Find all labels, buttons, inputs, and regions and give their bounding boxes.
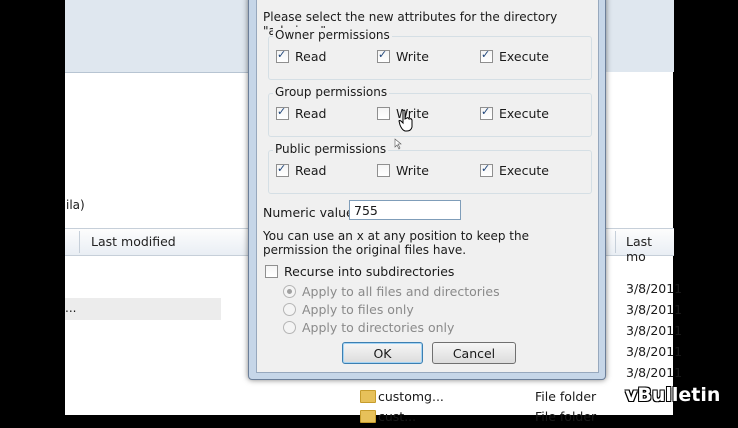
checkbox-box[interactable] xyxy=(377,164,390,177)
column-header-last-modified-remote[interactable]: Last mo xyxy=(626,234,674,264)
checkbox-label: Recurse into subdirectories xyxy=(284,264,455,279)
letterbox-left xyxy=(0,0,65,415)
group-title: Public permissions xyxy=(273,142,389,156)
checkbox-box[interactable] xyxy=(377,107,390,120)
date-cell: 3/8/2011 xyxy=(626,323,683,338)
checkbox-box[interactable] xyxy=(377,48,390,63)
folder-icon xyxy=(360,390,376,403)
file-type: File folder xyxy=(535,389,597,404)
checkbox-label: Read xyxy=(295,49,327,64)
public-execute-checkbox[interactable]: Execute xyxy=(480,162,549,178)
checkbox-box[interactable] xyxy=(276,48,289,63)
file-type: File folder xyxy=(535,409,597,424)
public-write-checkbox[interactable]: Write xyxy=(377,163,429,178)
group-read-checkbox[interactable]: Read xyxy=(276,105,327,121)
public-read-checkbox[interactable]: Read xyxy=(276,162,327,178)
file-name: customg... xyxy=(378,389,444,404)
checkbox-box[interactable] xyxy=(276,105,289,120)
checkbox-label: Write xyxy=(396,163,430,178)
column-separator xyxy=(79,231,80,253)
cancel-button[interactable]: Cancel xyxy=(432,342,516,364)
local-list-header: Last modified xyxy=(65,228,250,256)
group-execute-checkbox[interactable]: Execute xyxy=(480,105,549,121)
app-toolbar-area-right xyxy=(604,0,674,72)
folder-icon xyxy=(360,410,376,423)
radio-button[interactable] xyxy=(283,285,296,298)
owner-permissions-group: Owner permissions Read Write Execute xyxy=(268,28,592,80)
watermark-logo: vBulletin xyxy=(625,384,721,406)
radio-label: Apply to files only xyxy=(302,302,414,317)
app-toolbar-area xyxy=(65,0,250,72)
column-header-last-modified[interactable]: Last modified xyxy=(91,234,176,249)
hand-cursor-icon xyxy=(398,109,413,132)
date-cell: 3/8/2011 xyxy=(626,365,683,380)
checkbox-box[interactable] xyxy=(276,162,289,177)
date-cell: 3/8/2011 xyxy=(626,281,683,296)
file-row[interactable]: cust... File folder xyxy=(352,408,604,428)
numeric-value-label: Numeric value: xyxy=(263,205,358,220)
apply-directories-radio[interactable]: Apply to directories only xyxy=(283,320,454,335)
remote-list-header: Last mo xyxy=(604,228,674,264)
checkbox-label: Execute xyxy=(499,106,549,121)
ok-button[interactable]: OK xyxy=(342,342,423,364)
file-name: cust... xyxy=(378,409,417,424)
radio-button[interactable] xyxy=(283,321,296,334)
group-permissions-group: Group permissions Read Write Execute xyxy=(268,85,592,137)
date-cell: 3/8/2011 xyxy=(626,302,683,317)
group-title: Group permissions xyxy=(273,85,390,99)
file-row[interactable]: customg... File folder xyxy=(352,388,604,408)
radio-label: Apply to all files and directories xyxy=(302,284,500,299)
dialog-body: Please select the new attributes for the… xyxy=(256,0,599,373)
tree-item-text: ila) xyxy=(66,198,85,212)
public-permissions-group: Public permissions Read Write Execute xyxy=(268,142,592,194)
local-tree-pane xyxy=(65,72,250,228)
table-row[interactable]: ... xyxy=(65,298,221,320)
checkbox-label: Read xyxy=(295,163,327,178)
owner-read-checkbox[interactable]: Read xyxy=(276,48,327,64)
row-text: ... xyxy=(65,301,77,315)
apply-files-radio[interactable]: Apply to files only xyxy=(283,302,414,317)
owner-execute-checkbox[interactable]: Execute xyxy=(480,48,549,64)
date-cell: 3/8/2011 xyxy=(626,344,683,359)
checkbox-label: Write xyxy=(396,49,430,64)
checkbox-label: Read xyxy=(295,106,327,121)
recurse-subdirectories-checkbox[interactable]: Recurse into subdirectories xyxy=(265,264,454,279)
checkbox-box[interactable] xyxy=(480,48,493,63)
checkbox-box[interactable] xyxy=(265,265,278,278)
numeric-value-input[interactable]: 755 xyxy=(349,200,461,220)
apply-all-radio[interactable]: Apply to all files and directories xyxy=(283,284,500,299)
radio-button[interactable] xyxy=(283,303,296,316)
change-attributes-dialog: Please select the new attributes for the… xyxy=(248,0,606,380)
checkbox-box[interactable] xyxy=(480,105,493,120)
checkbox-label: Execute xyxy=(499,163,549,178)
permission-hint: You can use an x at any position to keep… xyxy=(263,229,529,257)
arrow-cursor-icon xyxy=(394,138,402,150)
radio-label: Apply to directories only xyxy=(302,320,455,335)
owner-write-checkbox[interactable]: Write xyxy=(377,48,430,64)
checkbox-box[interactable] xyxy=(480,162,493,177)
group-title: Owner permissions xyxy=(273,28,392,42)
letterbox-right xyxy=(673,0,738,415)
checkbox-label: Execute xyxy=(499,49,549,64)
column-separator xyxy=(615,231,616,253)
